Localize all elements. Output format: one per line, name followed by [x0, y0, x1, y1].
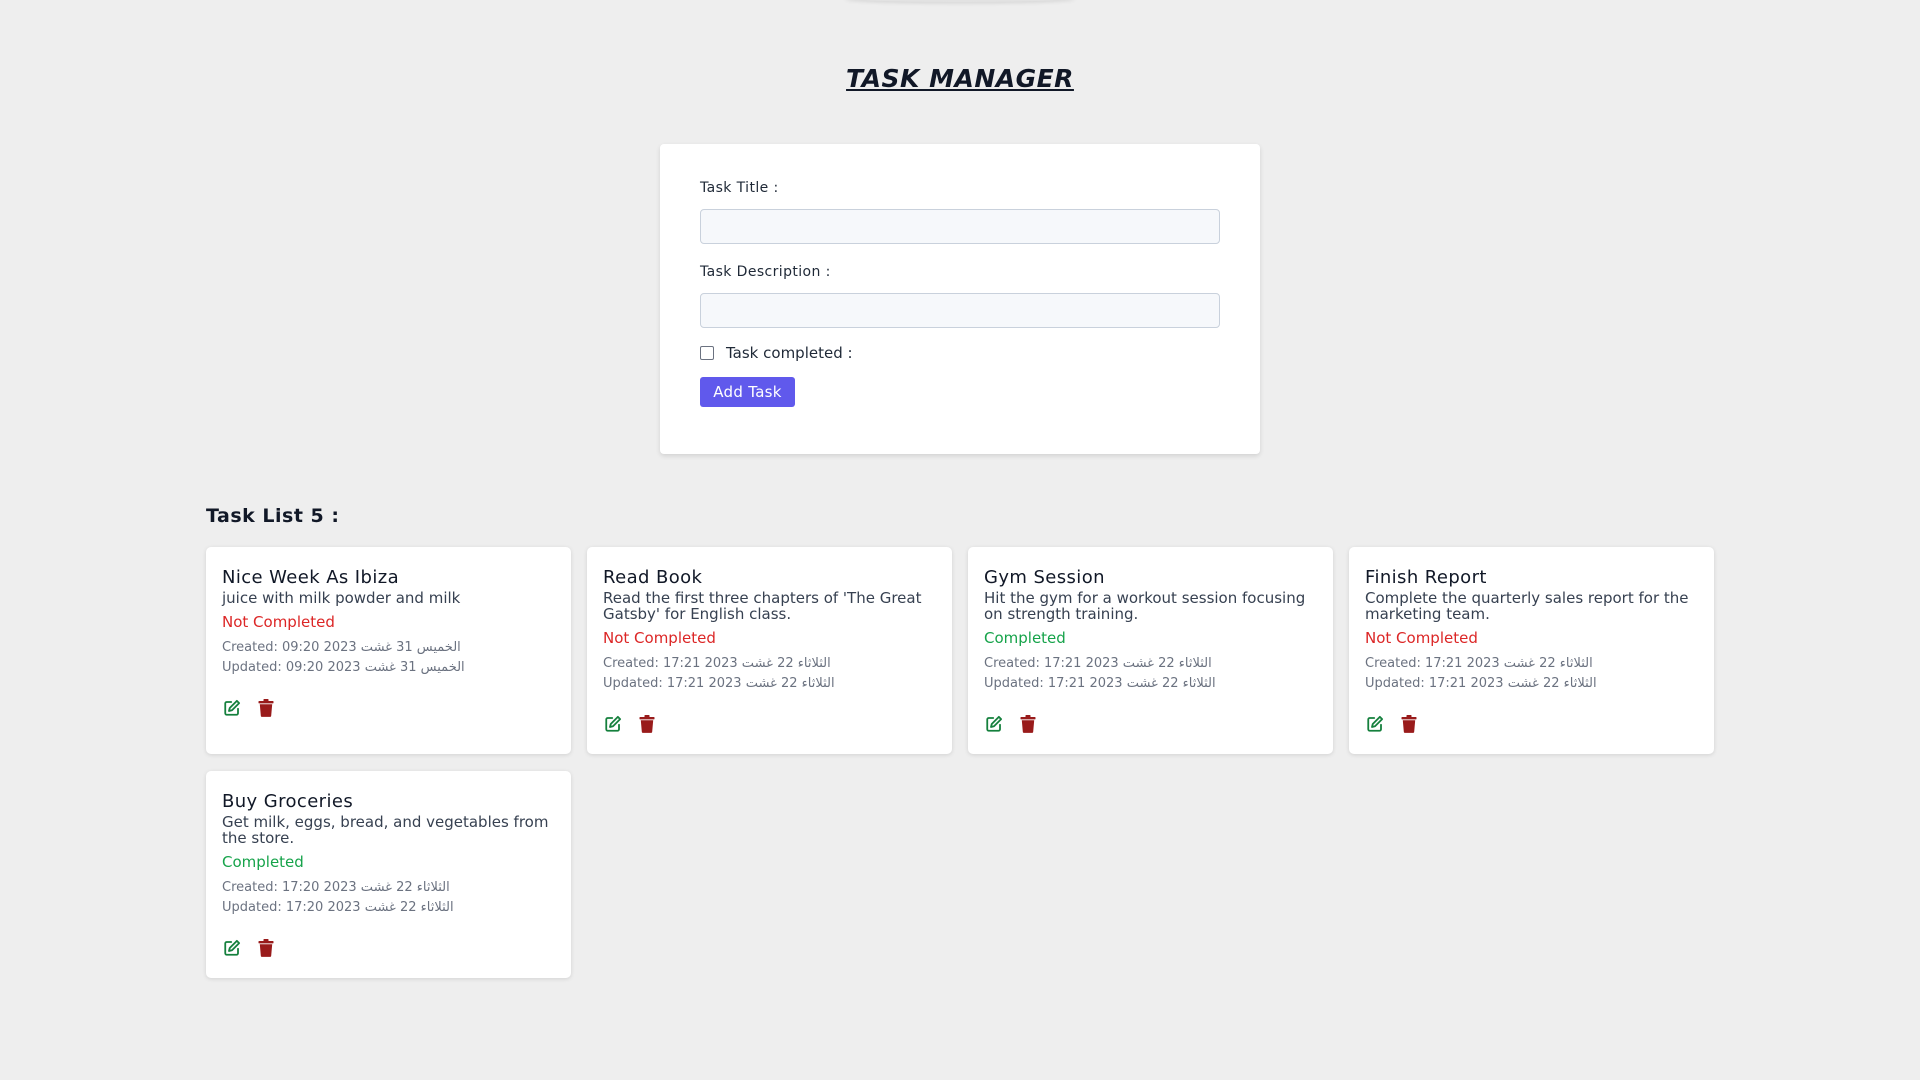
task-card: Read Book Read the first three chapters … [587, 547, 952, 754]
task-card: Finish Report Complete the quarterly sal… [1349, 547, 1714, 754]
task-description-input[interactable] [700, 293, 1220, 328]
task-created: Created: الثلاثاء 22 غشت 2023 17:21 [984, 656, 1212, 671]
task-status: Not Completed [222, 613, 335, 631]
task-status: Completed [222, 853, 304, 871]
task-actions [222, 938, 555, 958]
page-title: TASK MANAGER [846, 64, 1074, 93]
edit-icon[interactable] [1365, 714, 1385, 734]
task-created: Created: الخميس 31 غشت 2023 09:20 [222, 640, 461, 655]
task-created: Created: الثلاثاء 22 غشت 2023 17:20 [222, 880, 450, 895]
task-description: juice with milk powder and milk [222, 589, 461, 607]
task-card: Nice Week As Ibiza juice with milk powde… [206, 547, 571, 754]
trash-icon[interactable] [256, 938, 276, 958]
task-updated: Updated: الثلاثاء 22 غشت 2023 17:21 [1365, 676, 1597, 691]
task-card: Buy Groceries Get milk, eggs, bread, and… [206, 771, 571, 978]
trash-icon[interactable] [1399, 714, 1419, 734]
task-created: Created: الثلاثاء 22 غشت 2023 17:21 [1365, 656, 1593, 671]
task-completed-checkbox[interactable] [700, 346, 714, 360]
task-status: Not Completed [603, 629, 716, 647]
task-description: Hit the gym for a workout session focusi… [984, 589, 1306, 623]
task-list-heading: Task List 5 : [206, 505, 340, 527]
task-title: Gym Session [984, 567, 1105, 588]
trash-icon[interactable] [637, 714, 657, 734]
task-updated: Updated: الثلاثاء 22 غشت 2023 17:21 [603, 676, 835, 691]
task-title: Buy Groceries [222, 791, 354, 812]
task-title: Read Book [603, 567, 703, 588]
task-updated: Updated: الثلاثاء 22 غشت 2023 17:20 [222, 900, 454, 915]
task-description: Read the first three chapters of 'The Gr… [603, 589, 922, 623]
task-title: Nice Week As Ibiza [222, 567, 400, 588]
task-status: Completed [984, 629, 1066, 647]
task-form: Task Title : Task Description : Task com… [660, 144, 1260, 454]
task-description-label: Task Description : [700, 264, 831, 280]
task-title-input[interactable] [700, 209, 1220, 244]
trash-icon[interactable] [256, 698, 276, 718]
task-actions [222, 698, 555, 718]
task-actions [984, 714, 1317, 734]
top-decoration [845, 0, 1075, 2]
task-title-label: Task Title : [700, 180, 779, 196]
task-completed-row: Task completed : [700, 344, 853, 362]
task-actions [1365, 714, 1698, 734]
task-description: Complete the quarterly sales report for … [1365, 589, 1689, 623]
edit-icon[interactable] [222, 938, 242, 958]
task-updated: Updated: الثلاثاء 22 غشت 2023 17:21 [984, 676, 1216, 691]
task-completed-label: Task completed : [726, 344, 853, 362]
task-title: Finish Report [1365, 567, 1487, 588]
task-description: Get milk, eggs, bread, and vegetables fr… [222, 813, 549, 847]
edit-icon[interactable] [984, 714, 1004, 734]
task-created: Created: الثلاثاء 22 غشت 2023 17:21 [603, 656, 831, 671]
task-actions [603, 714, 936, 734]
task-card: Gym Session Hit the gym for a workout se… [968, 547, 1333, 754]
edit-icon[interactable] [603, 714, 623, 734]
task-updated: Updated: الخميس 31 غشت 2023 09:20 [222, 660, 465, 675]
task-status: Not Completed [1365, 629, 1478, 647]
edit-icon[interactable] [222, 698, 242, 718]
trash-icon[interactable] [1018, 714, 1038, 734]
add-task-button[interactable]: Add Task [700, 377, 795, 407]
